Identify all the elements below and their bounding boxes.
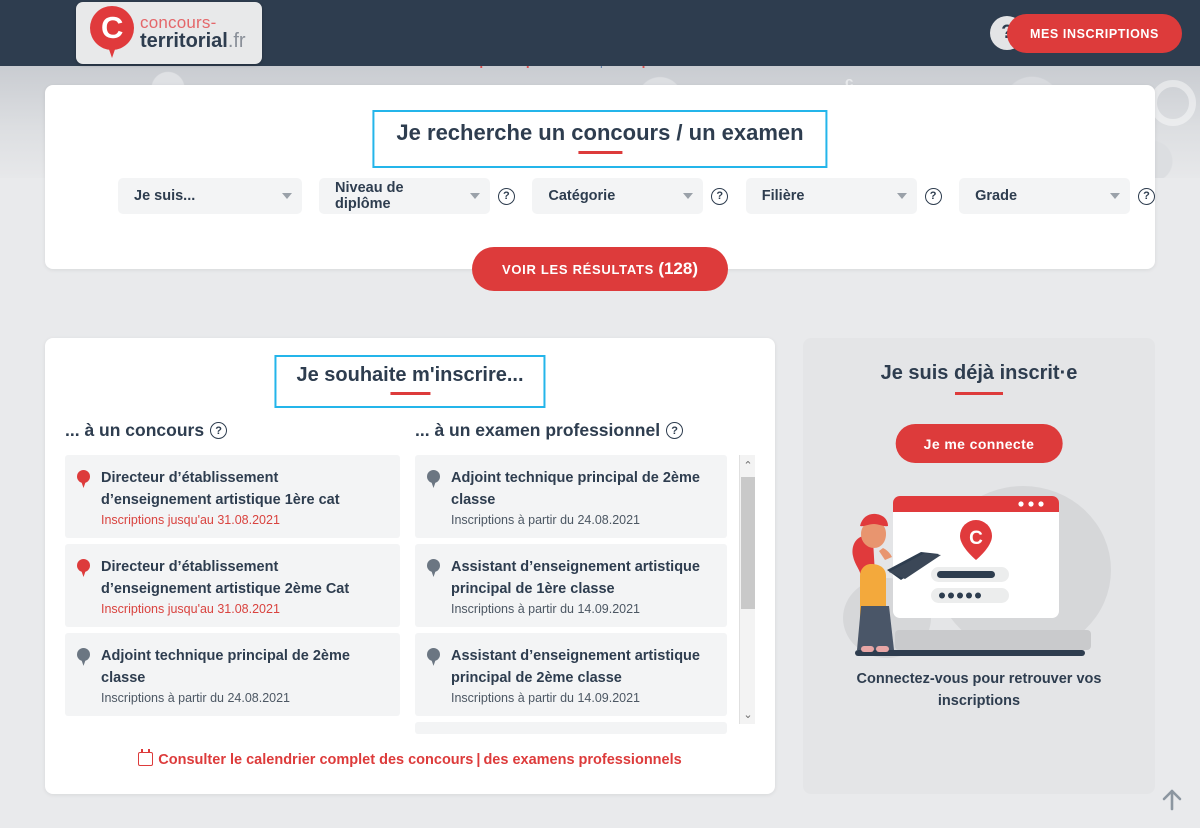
chevron-down-icon: [281, 193, 292, 199]
list-item[interactable]: Adjoint technique principal de 2ème clas…: [65, 632, 400, 716]
examens-scrollbar[interactable]: ⌃ ⌄: [739, 455, 755, 724]
already-footer-text: Connectez-vous pour retrouver vos inscri…: [856, 671, 1102, 710]
scroll-up-arrow-icon[interactable]: ⌃: [740, 455, 756, 475]
chevron-down-icon: [683, 193, 694, 199]
map-pin-icon: [77, 558, 90, 577]
list-item[interactable]: Directeur d’établissement d’enseignement…: [65, 455, 400, 538]
svg-text:C: C: [969, 528, 983, 549]
concours-name: Directeur d’établissement d’enseignement…: [101, 470, 340, 509]
help-icon-concours[interactable]: ?: [210, 422, 228, 439]
help-icon-filiere[interactable]: ?: [924, 187, 942, 205]
examen-name: Assistant d’enseignement artistique prin…: [451, 647, 700, 687]
logo-wordmark: concours- territorial.fr: [140, 14, 246, 52]
login-illustration: C: [827, 478, 1131, 668]
examens-list: Adjoint technique principal de 2ème clas…: [415, 455, 755, 734]
select-niveau-de-diplome[interactable]: Niveau de diplôme: [319, 178, 490, 214]
calendar-icon: [138, 749, 154, 766]
concours-column: ... à un concours ? Directeur d’établiss…: [65, 420, 400, 722]
links-separator: |: [476, 752, 481, 768]
calendar-links: Consulter le calendrier complet des conc…: [45, 749, 775, 768]
search-title: Je recherche un concours / un examen: [396, 120, 804, 145]
chevron-down-icon: [469, 193, 480, 199]
help-icon-niveau[interactable]: ?: [497, 187, 515, 205]
top-bar: C concours- territorial.fr ? MES INSCRIP…: [0, 0, 1200, 66]
select-categorie-label: Catégorie: [548, 188, 616, 204]
select-grade-label: Grade: [975, 188, 1018, 204]
scroll-down-arrow-icon[interactable]: ⌄: [740, 704, 756, 724]
already-registered-panel: Je suis déjà inscrit·e Je me connecte C: [803, 338, 1155, 794]
concours-name: Directeur d’établissement d’enseignement…: [101, 558, 350, 598]
list-item[interactable]: Directeur d’établissement d’enseignement…: [65, 543, 400, 627]
already-title-block: Je suis déjà inscrit·e: [803, 362, 1155, 395]
logo-line-2-bold: territorial: [140, 30, 228, 53]
select-categorie[interactable]: Catégorie: [532, 178, 704, 214]
select-je-suis[interactable]: Je suis...: [118, 178, 302, 214]
examens-column: ... à un examen professionnel ? Adjoint …: [415, 420, 755, 740]
select-je-suis-label: Je suis...: [134, 188, 196, 204]
concours-name: Adjoint technique principal de 2ème clas…: [101, 647, 350, 687]
login-illustration-svg: C: [843, 486, 1111, 658]
inscrire-title: Je souhaite m'inscrire...: [296, 364, 524, 386]
search-card: Je recherche un concours / un examen Je …: [45, 85, 1156, 291]
results-button-label: VOIR LES RÉSULTATS: [502, 262, 654, 277]
chevron-down-icon: [1110, 193, 1121, 199]
examen-date: Inscriptions à partir du 14.09.2021: [451, 601, 641, 616]
background-ring: [1150, 80, 1196, 126]
list-item-partial[interactable]: [415, 721, 727, 734]
examen-date: Inscriptions à partir du 14.09.2021: [451, 690, 641, 705]
title-underline: [955, 392, 1003, 395]
select-grade[interactable]: Grade: [959, 178, 1131, 214]
scroll-to-top-button[interactable]: [1158, 786, 1186, 814]
je-me-connecte-button[interactable]: Je me connecte: [895, 424, 1063, 463]
concours-date: Inscriptions jusqu'au 31.08.2021: [101, 601, 280, 616]
examen-name: Assistant d’enseignement artistique prin…: [451, 558, 700, 598]
voir-les-resultats-button[interactable]: VOIR LES RÉSULTATS (128): [472, 247, 728, 291]
already-title: Je suis déjà inscrit·e: [880, 362, 1078, 384]
inscription-panel: Je souhaite m'inscrire... ... à un conco…: [45, 338, 775, 794]
title-underline: [389, 392, 430, 395]
map-pin-icon: [427, 558, 440, 577]
select-filiere-label: Filière: [761, 188, 805, 204]
examen-date: Inscriptions à partir du 24.08.2021: [451, 512, 641, 527]
examens-heading: ... à un examen professionnel ?: [415, 420, 755, 441]
examen-name: Adjoint technique principal de 2ème clas…: [451, 470, 700, 509]
help-icon-examens[interactable]: ?: [666, 422, 684, 439]
list-item[interactable]: Assistant d’enseignement artistique prin…: [415, 543, 727, 627]
site-logo[interactable]: C concours- territorial.fr: [76, 2, 262, 64]
search-title-box: Je recherche un concours / un examen: [372, 110, 828, 168]
scrollbar-thumb[interactable]: [741, 477, 755, 609]
logo-line-2-light: .fr: [227, 30, 246, 53]
chevron-down-icon: [896, 193, 907, 199]
calendrier-concours-link[interactable]: Consulter le calendrier complet des conc…: [158, 752, 473, 768]
map-pin-icon: [427, 647, 440, 666]
logo-monogram: C: [101, 10, 124, 45]
select-niveau-label: Niveau de diplôme: [335, 180, 404, 212]
results-count: (128): [658, 259, 698, 278]
list-item[interactable]: Assistant d’enseignement artistique prin…: [415, 632, 727, 716]
logo-line-1: concours-: [140, 13, 217, 33]
help-icon-categorie[interactable]: ?: [711, 187, 729, 205]
concours-date: Inscriptions à partir du 24.08.2021: [101, 690, 291, 705]
mes-inscriptions-button[interactable]: MES INSCRIPTIONS: [1006, 14, 1182, 53]
filter-row: Je suis... Niveau de diplôme ? Catégorie…: [45, 178, 1156, 214]
inscrire-title-box: Je souhaite m'inscrire...: [274, 355, 546, 408]
concours-heading-label: ... à un concours: [65, 420, 205, 440]
concours-date: Inscriptions jusqu'au 31.08.2021: [101, 512, 280, 527]
list-item[interactable]: Adjoint technique principal de 2ème clas…: [415, 455, 727, 538]
help-icon-grade[interactable]: ?: [1138, 187, 1156, 205]
concours-heading: ... à un concours ?: [65, 420, 400, 441]
select-filiere[interactable]: Filière: [745, 178, 917, 214]
map-pin-icon: [77, 470, 90, 488]
map-pin-icon: [427, 470, 440, 488]
examens-heading-label: ... à un examen professionnel: [415, 420, 661, 440]
logo-pin-icon: C: [90, 6, 134, 60]
concours-list: Directeur d’établissement d’enseignement…: [65, 455, 400, 716]
arrow-up-icon: [1162, 789, 1182, 811]
map-pin-icon: [77, 647, 90, 666]
title-underline: [578, 151, 622, 154]
calendrier-examens-link[interactable]: des examens professionnels: [483, 752, 681, 768]
